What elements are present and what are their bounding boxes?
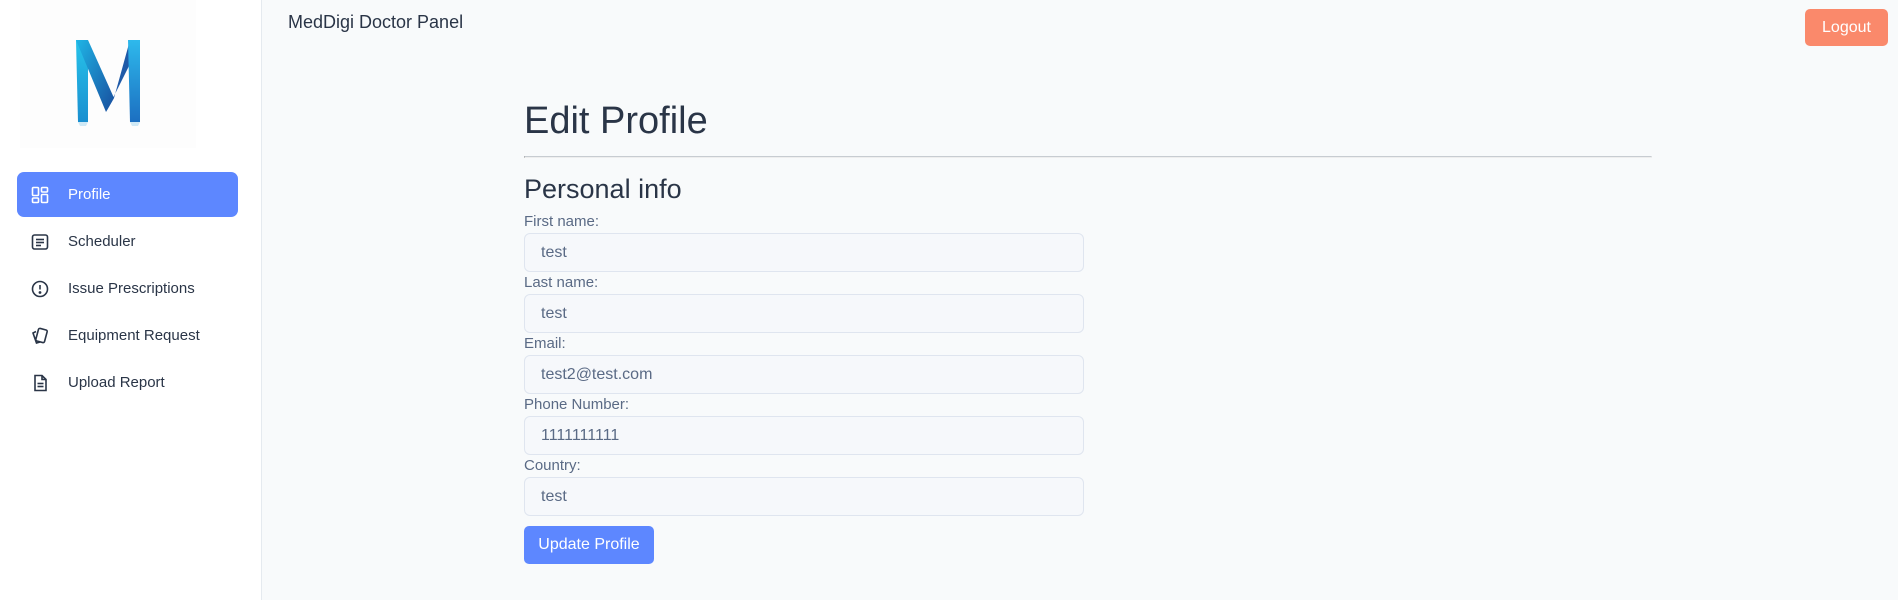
app-title: MedDigi Doctor Panel <box>288 12 464 32</box>
sidebar-item-profile[interactable]: Profile <box>17 172 238 217</box>
sidebar-item-label: Scheduler <box>68 233 136 250</box>
sidebar-item-upload-report[interactable]: Upload Report <box>17 360 238 405</box>
last-name-label: Last name: <box>524 274 599 291</box>
email-field[interactable] <box>524 355 1084 394</box>
main-content: Edit Profile Personal info First name: L… <box>524 94 1652 564</box>
section-title: Personal info <box>524 174 682 204</box>
list-details-icon <box>29 231 51 253</box>
country-label: Country: <box>524 457 581 474</box>
first-name-field[interactable] <box>524 233 1084 272</box>
profile-form: First name: Last name: Email: Phone Numb… <box>524 213 1652 564</box>
last-name-field[interactable] <box>524 294 1084 333</box>
sidebar-item-equipment-request[interactable]: Equipment Request <box>17 313 238 358</box>
country-field[interactable] <box>524 477 1084 516</box>
last-name-group: Last name: <box>524 274 1652 333</box>
file-text-icon <box>29 372 51 394</box>
phone-label: Phone Number: <box>524 396 630 413</box>
alert-circle-icon <box>29 278 51 300</box>
dashboard-grid-icon <box>29 184 51 206</box>
sidebar-nav: Profile Scheduler Issue Prescriptions Eq… <box>17 172 238 407</box>
email-label: Email: <box>524 335 566 352</box>
update-profile-button[interactable]: Update Profile <box>524 526 654 564</box>
phone-field[interactable] <box>524 416 1084 455</box>
sidebar-item-label: Upload Report <box>68 374 165 391</box>
sidebar-item-label: Issue Prescriptions <box>68 280 195 297</box>
email-group: Email: <box>524 335 1652 394</box>
first-name-group: First name: <box>524 213 1652 272</box>
sidebar-item-scheduler[interactable]: Scheduler <box>17 219 238 264</box>
sidebar-item-label: Profile <box>68 186 111 203</box>
country-group: Country: <box>524 457 1652 516</box>
first-name-label: First name: <box>524 213 600 230</box>
sidebar-item-issue-prescriptions[interactable]: Issue Prescriptions <box>17 266 238 311</box>
page-title: Edit Profile <box>524 100 708 142</box>
logout-button[interactable]: Logout <box>1805 9 1888 46</box>
cards-icon <box>29 325 51 347</box>
sidebar-item-label: Equipment Request <box>68 327 200 344</box>
phone-group: Phone Number: <box>524 396 1652 455</box>
logo[interactable] <box>20 0 196 148</box>
sidebar: Profile Scheduler Issue Prescriptions Eq… <box>0 0 262 600</box>
meddigi-m-logo-icon <box>76 40 140 126</box>
